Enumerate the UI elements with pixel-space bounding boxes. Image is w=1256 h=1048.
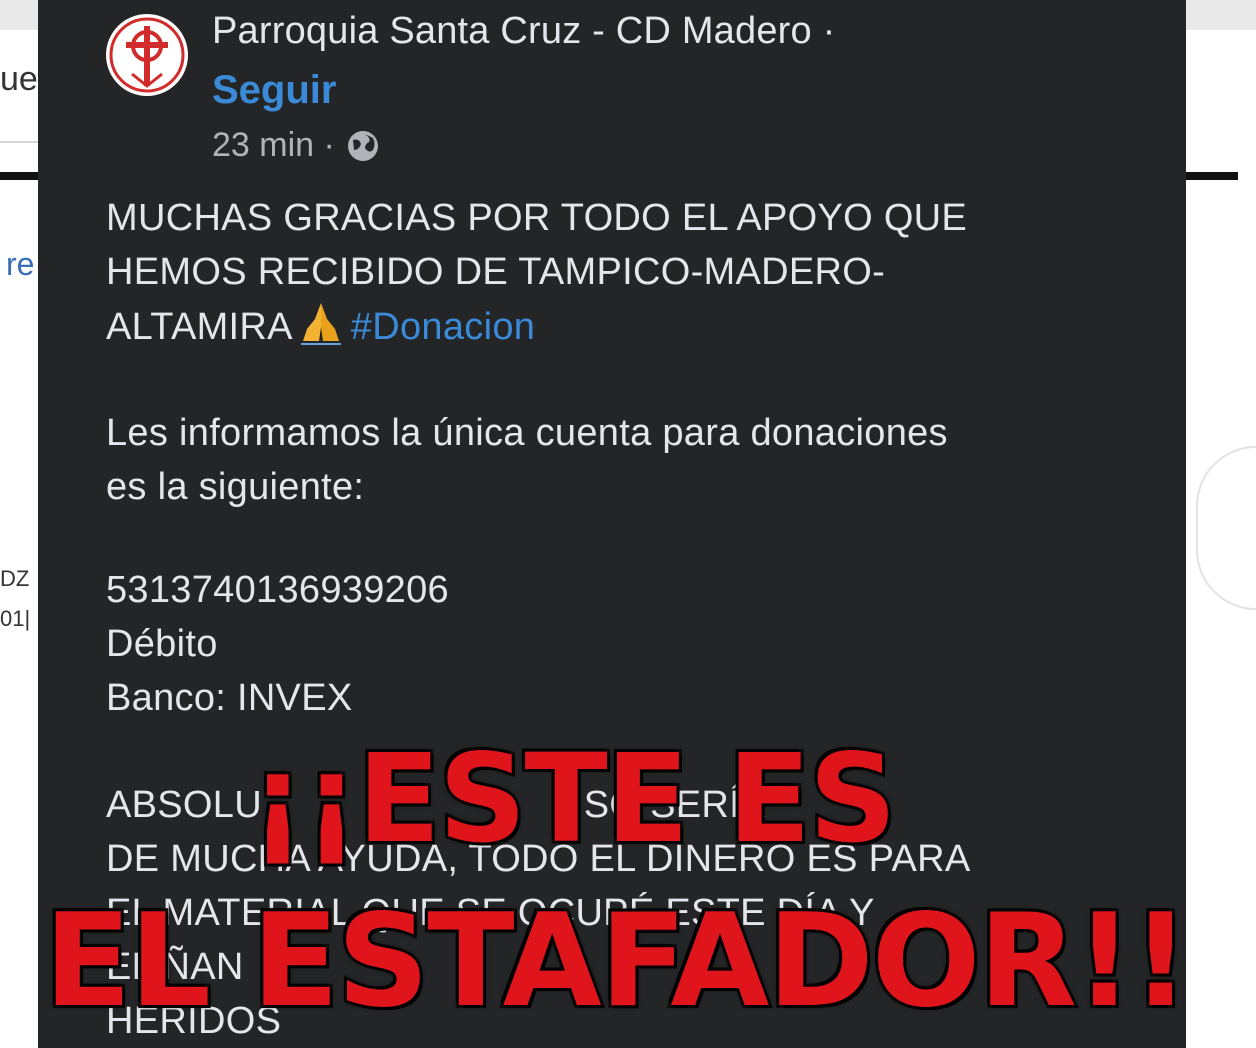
background-round-button[interactable] <box>1196 446 1256 610</box>
praying-hands-icon <box>300 303 341 345</box>
post-text-span: ABSOLU <box>106 784 262 826</box>
post-timestamp[interactable]: 23 min · <box>212 126 335 165</box>
background-link-fragment[interactable]: re <box>6 248 34 280</box>
globe-icon <box>347 130 378 161</box>
page-name[interactable]: Parroquia Santa Cruz - CD Madero · <box>212 10 835 53</box>
cross-logo-icon <box>109 17 185 93</box>
background-text-fragment: 01| <box>0 606 31 631</box>
bank-name: Banco: INVEX <box>106 677 353 719</box>
background-panel-left <box>0 0 38 30</box>
page-avatar[interactable] <box>106 14 188 96</box>
background-panel-right <box>1186 0 1256 30</box>
account-type: Débito <box>106 623 218 665</box>
background-text-fragment: DZ <box>0 566 30 591</box>
post-text-line: Les informamos la única cuenta para dona… <box>106 412 948 454</box>
background-divider <box>0 141 40 143</box>
post-meta: 23 min · <box>212 126 381 165</box>
post-text-line: MUCHAS GRACIAS POR TODO EL APOYO QUE <box>106 197 968 239</box>
post-text-line: ALTAMIRA #Donacion <box>106 299 535 354</box>
post-text-span: ALTAMIRA <box>106 306 293 348</box>
warning-overlay-line1: ¡¡ESTE ES <box>247 728 900 870</box>
hashtag-link[interactable]: #Donacion <box>351 306 535 348</box>
post-text-line: es la siguiente: <box>106 466 365 508</box>
follow-button[interactable]: Seguir <box>212 68 336 113</box>
background-rule-right <box>1186 172 1238 180</box>
warning-overlay-line2: EL ESTAFADOR!! <box>41 887 1193 1036</box>
post-text-line: HEMOS RECIBIDO DE TAMPICO-MADERO- <box>106 251 886 293</box>
background-rule-left <box>0 172 40 180</box>
background-text-fragment: ue <box>0 60 38 98</box>
account-number: 5313740136939206 <box>106 569 449 611</box>
